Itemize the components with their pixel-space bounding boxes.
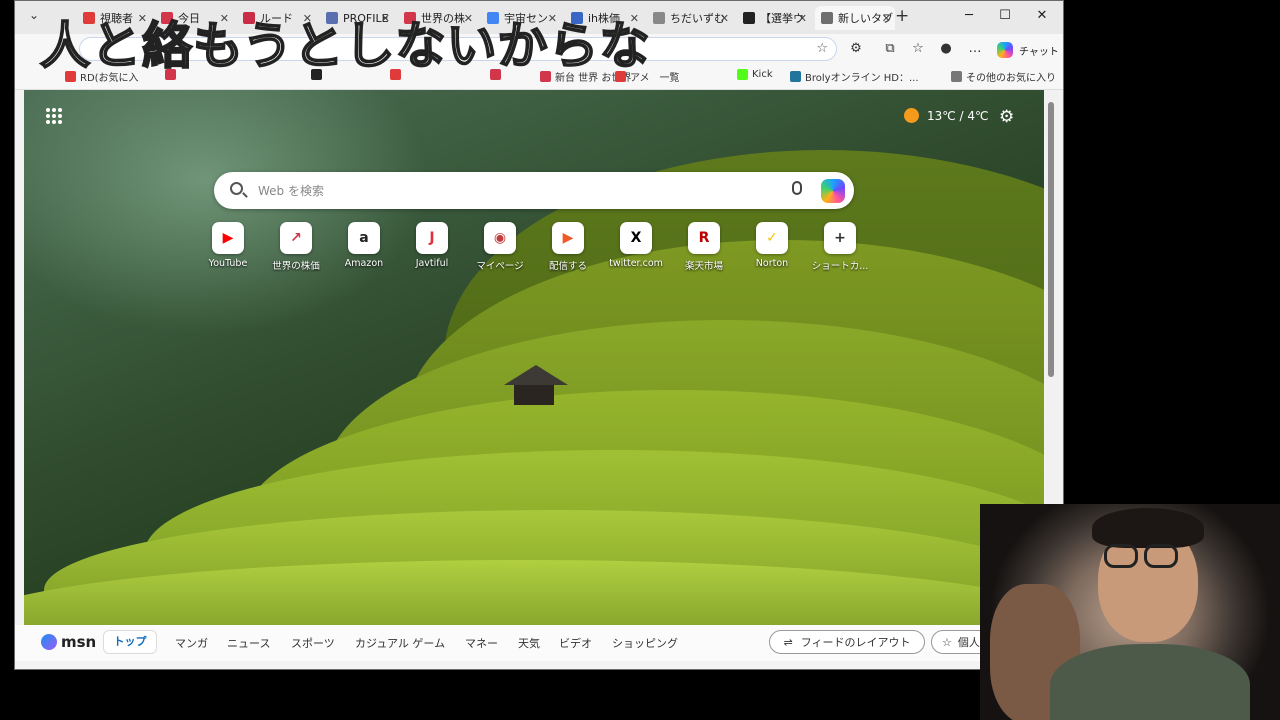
nav-tab[interactable]: ビデオ [559, 635, 592, 651]
shortcut-label: 世界の株価 [272, 261, 320, 272]
shortcut-icon: ↗ [280, 222, 312, 254]
tab-label: ちだいずむ [670, 12, 725, 25]
new-tab-button[interactable]: + [895, 6, 909, 26]
bookmark-item[interactable]: Brolyオンライン HD：... [790, 69, 919, 84]
nav-tab[interactable]: 天気 [518, 635, 540, 651]
nav-tab[interactable]: マンガ [175, 635, 208, 651]
feed-layout-button[interactable]: ⇌ フィードのレイアウト [769, 630, 925, 654]
microphone-icon[interactable] [792, 181, 802, 195]
star-sparkle-icon: ☆ [942, 635, 952, 649]
temperature: 13℃ / 4℃ [927, 108, 989, 123]
butterfly-icon [41, 634, 57, 650]
search-input[interactable]: Web を検索 [258, 182, 324, 199]
weather-widget[interactable]: 13℃ / 4℃ [904, 108, 989, 123]
sliders-icon: ⇌ [783, 635, 793, 649]
shortcut-icon: ◉ [484, 222, 516, 254]
new-tab-page: 13℃ / 4℃ ⚙ Web を検索 ▶ YouTube ↗ 世界の株価 a Amazon… [24, 90, 1044, 625]
shortcut-label: 楽天市場 [684, 261, 723, 272]
shortcut-tile[interactable]: ✓ Norton [740, 222, 804, 269]
shortcut-label: Norton [755, 258, 789, 269]
glasses [1104, 544, 1138, 568]
shortcut-icon: R [688, 222, 720, 254]
shortcut-tile[interactable]: ▶ 配信する [536, 222, 600, 272]
tab-list-icon[interactable]: ⌄ [29, 8, 39, 22]
minimize-button[interactable]: ─ [959, 8, 979, 26]
shortcut-tile[interactable]: ◉ マイページ [468, 222, 532, 272]
browser-window: ⌄ 視聴者 ✕ 今日 ✕ ルード ✕ PROFILE ✕ 世界の株 ✕ 宇宙セン ✕ ih株価 ✕ ちだいず… [14, 0, 1064, 670]
shortcut-label: Amazon [344, 258, 384, 269]
bookmark-item[interactable]: Kick [737, 69, 773, 80]
nav-tab[interactable]: マネー [465, 635, 498, 651]
apps-launcher-icon[interactable] [46, 108, 64, 126]
bookmark-label: Kick [752, 69, 773, 80]
nav-tab-top[interactable]: トップ [103, 630, 157, 654]
nav-tab[interactable]: スポーツ [291, 635, 335, 651]
search-icon [230, 182, 243, 195]
maximize-button[interactable]: ☐ [995, 8, 1015, 26]
shortcut-tile[interactable]: ↗ 世界の株価 [264, 222, 328, 272]
tab-7[interactable]: ちだいずむ ✕ [647, 6, 733, 30]
chat-button[interactable]: チャット [1019, 43, 1059, 58]
shortcut-label: 配信する [548, 261, 587, 272]
msn-feed-bar: msn トップ マンガ ニュース スポーツ カジュアル ゲーム マネー 天気 ビデオ ショッピン… [15, 625, 1063, 661]
nav-tab[interactable]: ニュース [227, 635, 270, 651]
shortcut-icon: ▶ [212, 222, 244, 254]
shortcut-label: マイページ [476, 261, 524, 272]
copilot-icon[interactable] [997, 42, 1013, 58]
shortcut-tile[interactable]: ▶ YouTube [196, 222, 260, 269]
favorite-star-icon[interactable]: ☆ [816, 41, 828, 56]
bookmark-item[interactable]: その他のお気に入り [951, 69, 1056, 84]
tab-favicon-icon [821, 12, 833, 24]
shortcut-tile[interactable]: R 楽天市場 [672, 222, 736, 272]
webcam-overlay [980, 504, 1280, 720]
shortcut-tile[interactable]: Xtwitter.com [604, 222, 668, 269]
split-screen-icon[interactable]: ⧉ [881, 40, 899, 58]
shortcut-icon: ✓ [756, 222, 788, 254]
bookmark-favicon-icon [790, 71, 801, 82]
hut-image [504, 365, 568, 405]
tab-9[interactable]: 新しいタブ ✕ [815, 6, 895, 30]
shortcut-label: YouTube [208, 258, 248, 269]
shortcut-tile[interactable]: + ショートカ... [808, 222, 872, 272]
nav-tab[interactable]: カジュアル ゲーム [355, 635, 445, 651]
web-search-box[interactable]: Web を検索 [214, 172, 854, 209]
shortcut-icon: ▶ [552, 222, 584, 254]
tab-favicon-icon [743, 12, 755, 24]
shortcut-label: Javtiful [415, 258, 449, 269]
msn-logo[interactable]: msn [41, 633, 96, 651]
copilot-icon[interactable] [821, 179, 845, 203]
shortcut-icon: J [416, 222, 448, 254]
shortcut-tile[interactable]: J Javtiful [400, 222, 464, 269]
bookmark-favicon-icon [737, 69, 748, 80]
tab-8[interactable]: 【選挙ウ ✕ [737, 6, 811, 30]
shortcut-tile[interactable]: a Amazon [332, 222, 396, 269]
shortcut-icon: a [348, 222, 380, 254]
favorites-icon[interactable]: ☆ [909, 40, 927, 58]
bookmark-label: その他のお気に入り [966, 73, 1056, 84]
settings-gear-icon[interactable]: ⚙ [999, 107, 1014, 127]
bookmark-favicon-icon [951, 71, 962, 82]
tab-close-icon[interactable]: ✕ [798, 12, 807, 25]
scrollbar-thumb[interactable] [1048, 102, 1054, 377]
sun-icon [904, 108, 919, 123]
shortcut-label: twitter.com [609, 258, 663, 269]
profile-avatar-icon[interactable]: ● [937, 40, 955, 58]
tab-close-icon[interactable]: ✕ [882, 12, 891, 25]
more-icon[interactable]: … [966, 40, 984, 58]
shortcut-label: ショートカ... [811, 261, 869, 272]
bookmark-label: Brolyオンライン HD：... [805, 73, 919, 84]
extensions-icon[interactable]: ⚙ [847, 40, 865, 58]
nav-tab[interactable]: ショッピング [612, 635, 678, 651]
shortcut-icon: X [620, 222, 652, 254]
shortcut-icon: + [824, 222, 856, 254]
close-button[interactable]: ✕ [1032, 8, 1052, 26]
stream-caption: 人と絡もうとしないからな [39, 16, 651, 76]
tab-close-icon[interactable]: ✕ [720, 12, 729, 25]
tab-favicon-icon [653, 12, 665, 24]
